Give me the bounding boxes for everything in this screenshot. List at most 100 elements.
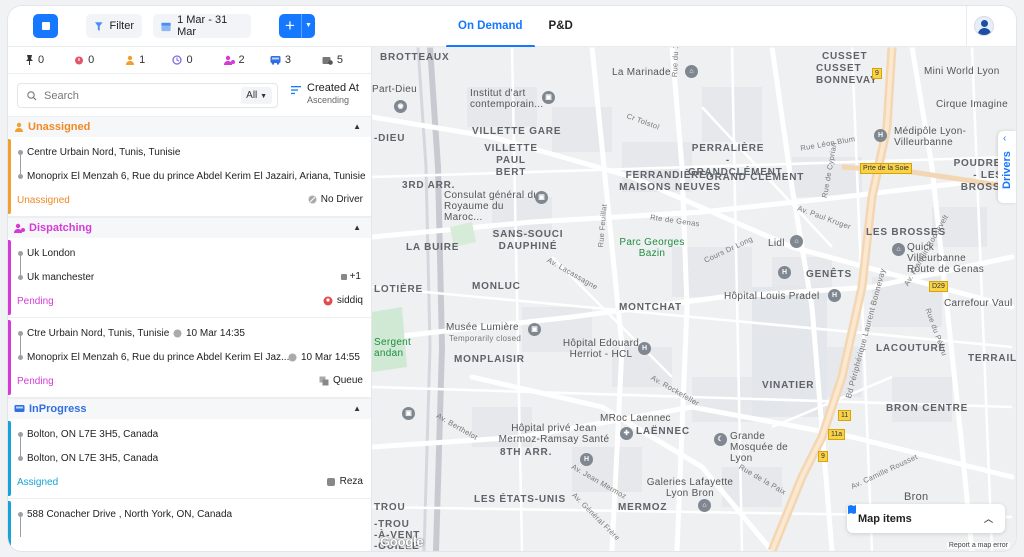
poi-pin-icon[interactable]: ⌂: [685, 65, 698, 78]
map-poi: Cirque Imagine: [936, 99, 1009, 110]
person-dispatch-icon: [223, 55, 235, 65]
count-delivered[interactable]: 5: [322, 54, 371, 66]
filter-icon: [94, 21, 103, 31]
map-roads: [372, 47, 1016, 551]
hospital-pin-icon[interactable]: H: [638, 342, 651, 355]
clock-icon: [288, 353, 297, 362]
map-view[interactable]: BROTTEAUX CUSSET CUSSET BONNEVAY -DIEU 3…: [372, 47, 1016, 551]
poi-pin-icon[interactable]: ▣: [402, 407, 415, 420]
shop-pin-icon[interactable]: ⌂: [892, 243, 905, 256]
chevron-up-icon: ︿: [983, 514, 993, 524]
order-card[interactable]: Uk London Uk manchester +1 Pending siddi…: [8, 238, 371, 318]
report-map-error-link[interactable]: Report a map error: [946, 542, 1010, 549]
order-card[interactable]: Centre Urbain Nord, Tunis, Tunisie Monop…: [8, 137, 371, 217]
mosque-pin-icon[interactable]: ☾: [714, 433, 727, 446]
map-poi: Consulat général du Royaume du Maroc...: [444, 190, 540, 223]
map-items-button[interactable]: Map items ︿: [847, 504, 1005, 533]
collapse-icon[interactable]: ▲: [353, 122, 361, 131]
map-district: CUSSET: [822, 51, 868, 62]
shop-pin-icon[interactable]: ⌂: [790, 235, 803, 248]
map-district: BRON CENTRE: [886, 403, 969, 414]
caret-down-icon: ▼: [260, 93, 267, 100]
create-order-dropdown[interactable]: ▼: [301, 14, 315, 38]
filter-label: Filter: [109, 20, 134, 32]
count-dispatching[interactable]: 2: [223, 54, 270, 66]
order-card[interactable]: 588 Conacher Drive , North York, ON, Can…: [8, 499, 371, 551]
poi-pin-icon[interactable]: ◉: [394, 100, 407, 113]
map-district: MERMOZ: [618, 502, 668, 513]
road-sign: 9: [872, 68, 882, 79]
count-pending[interactable]: 1: [125, 54, 172, 66]
map-district: LA BUIRE: [406, 242, 460, 253]
map-district: MONLUC: [472, 281, 521, 292]
search-input[interactable]: [44, 89, 214, 102]
truck-icon: [14, 404, 25, 414]
map-district: LES ÉTATS-UNIS: [474, 494, 566, 505]
driver-avatar-icon: [323, 296, 333, 305]
collapse-icon[interactable]: ▲: [353, 404, 361, 413]
shop-pin-icon[interactable]: ⌂: [698, 499, 711, 512]
hospital-pin-icon[interactable]: H: [828, 289, 841, 302]
map-district: GRAND CLÉMENT: [706, 172, 805, 183]
poi-pin-icon[interactable]: ▣: [542, 91, 555, 104]
pickup-address: 588 Conacher Drive , North York, ON, Can…: [27, 509, 233, 520]
person-pending-icon: [14, 122, 24, 132]
poi-pin-icon[interactable]: ▣: [528, 323, 541, 336]
header-divider: [966, 6, 967, 47]
dropoff-dot: [18, 456, 23, 461]
poi-pin-icon[interactable]: ▣: [535, 191, 548, 204]
collapse-icon[interactable]: ▲: [353, 223, 361, 232]
map-district: BROTTEAUX: [380, 52, 450, 63]
order-card[interactable]: Ctre Urbain Nord, Tunis, Tunisie 10 Mar …: [8, 318, 371, 398]
person-pending-icon: [126, 55, 135, 65]
search-scope-select[interactable]: All ▼: [241, 87, 272, 104]
hospital-pin-icon[interactable]: H: [580, 453, 593, 466]
map-park: andan: [374, 348, 404, 359]
dropoff-dot: [18, 174, 23, 179]
pickup-address: Centre Urbain Nord, Tunis, Tunisie: [27, 147, 181, 158]
filter-button[interactable]: Filter: [86, 14, 142, 38]
tab-on-demand[interactable]: On Demand: [446, 6, 535, 48]
map-icon: [848, 505, 856, 514]
group-header-dispatching[interactable]: Dispatching ▲: [8, 217, 371, 238]
stop-button[interactable]: [33, 14, 58, 38]
extra-stops-badge[interactable]: +1: [340, 271, 361, 282]
mode-tabs: On Demand P&D: [446, 6, 585, 48]
map-poi: Musée Lumière: [446, 322, 519, 333]
tab-pd[interactable]: P&D: [537, 6, 585, 47]
group-header-unassigned[interactable]: Unassigned ▲: [8, 116, 371, 137]
map-district: TERRAIL: [968, 353, 1016, 364]
count-in-progress[interactable]: 3: [270, 54, 322, 66]
count-delayed[interactable]: 0: [74, 54, 125, 66]
sort-order: Ascending: [307, 95, 350, 105]
count-pinned[interactable]: 0: [25, 54, 74, 66]
map-poi: Carrefour Vaul: [944, 298, 1013, 309]
drivers-drawer-toggle[interactable]: ‹ Drivers: [998, 131, 1016, 203]
hospital-pin-icon[interactable]: H: [874, 129, 887, 142]
map-park: Sergent: [374, 337, 412, 348]
google-logo: Google: [380, 534, 424, 549]
driver-info: siddiq: [323, 295, 363, 306]
count-scheduled[interactable]: 0: [172, 54, 223, 66]
map-poi: Médipôle Lyon-Villeurbanne: [894, 126, 967, 148]
package-icon: [322, 57, 333, 65]
order-card[interactable]: Bolton, ON L7E 3H5, Canada Bolton, ON L7…: [8, 419, 371, 499]
create-order-group: + ▼: [279, 14, 315, 38]
stops-icon: [340, 273, 347, 280]
hospital-pin-icon[interactable]: H: [778, 266, 791, 279]
map-district: MONTCHAT: [619, 302, 682, 313]
user-avatar[interactable]: [974, 16, 994, 36]
sort-control[interactable]: Created At Ascending: [291, 82, 359, 105]
date-range-button[interactable]: 1 Mar - 31 Mar: [153, 14, 251, 38]
poi-pin-icon[interactable]: ✚: [620, 427, 633, 440]
pickup-address: Ctre Urbain Nord, Tunis, Tunisie: [27, 328, 170, 339]
road-sign: 11: [838, 410, 852, 421]
road-sign: 9: [818, 451, 828, 462]
map-district: VILLETTE PAUL BERT: [484, 143, 538, 178]
dropoff-time: 10 Mar 14:55: [288, 352, 360, 363]
road-sign: Prte de la Soie: [860, 163, 912, 174]
create-order-button[interactable]: +: [279, 14, 301, 38]
group-header-inprogress[interactable]: InProgress ▲: [8, 398, 371, 419]
map-poi: Part-Dieu: [372, 84, 417, 95]
clock-icon: [172, 55, 183, 65]
